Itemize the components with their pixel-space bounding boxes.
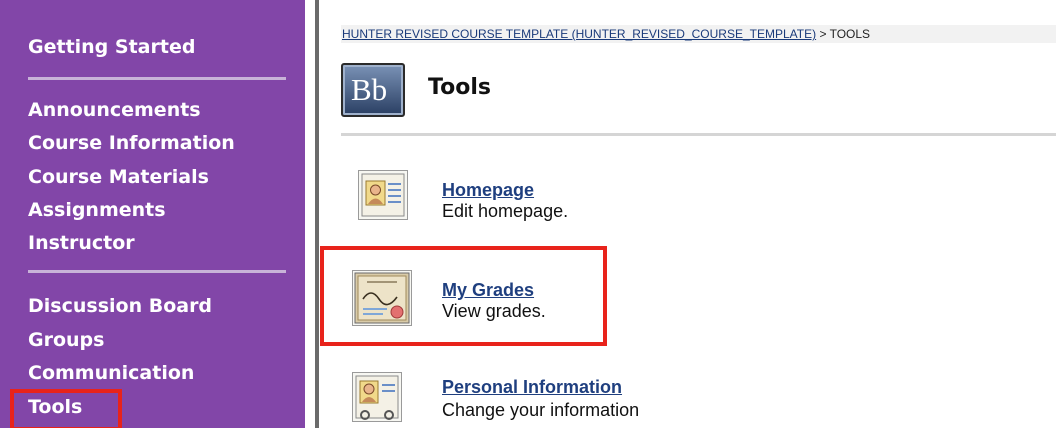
sidebar-item-communication[interactable]: Communication [28,362,194,384]
breadcrumb-separator: > [819,27,827,41]
personal-information-description: Change your information [442,400,640,420]
breadcrumb-course-link[interactable]: HUNTER REVISED COURSE TEMPLATE (HUNTER_R… [342,27,816,41]
breadcrumb-current: TOOLS [829,27,871,41]
sidebar-item-groups[interactable]: Groups [28,329,104,351]
sidebar-gutter [305,0,315,428]
sidebar-item-discussion-board[interactable]: Discussion Board [28,295,212,317]
sidebar-item-course-information[interactable]: Course Information [28,132,235,154]
logo-text: Bb [351,72,388,107]
sidebar-divider [28,77,286,80]
id-card-icon[interactable] [352,372,402,422]
course-menu-sidebar: Getting Started Announcements Course Inf… [0,0,305,428]
homepage-link[interactable]: Homepage [442,180,534,200]
homepage-icon[interactable] [358,170,408,220]
sidebar-item-course-materials[interactable]: Course Materials [28,166,209,188]
page-title: Tools [428,75,491,100]
personal-information-link[interactable]: Personal Information [442,377,622,397]
sidebar-divider [28,270,286,273]
blackboard-logo-icon: Bb [341,63,405,117]
sidebar-item-getting-started[interactable]: Getting Started [28,36,195,58]
sidebar-item-announcements[interactable]: Announcements [28,99,201,121]
title-divider [341,133,1056,136]
breadcrumb: HUNTER REVISED COURSE TEMPLATE (HUNTER_R… [341,25,1056,43]
sidebar-item-instructor[interactable]: Instructor [28,232,135,254]
tools-highlight-box [10,389,122,428]
sidebar-border [315,0,319,428]
homepage-description: Edit homepage. [442,201,569,221]
sidebar-item-assignments[interactable]: Assignments [28,199,166,221]
my-grades-highlight-box [320,246,607,346]
